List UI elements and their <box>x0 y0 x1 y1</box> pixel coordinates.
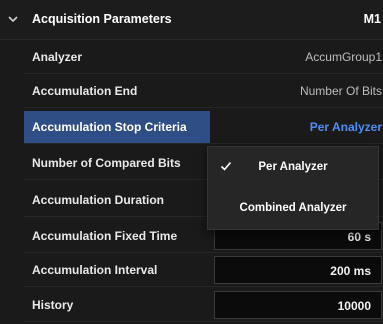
history-input[interactable]: 10000 <box>214 291 382 319</box>
row-accumulation-stop-criteria: Accumulation Stop Criteria Per Analyzer <box>24 110 383 144</box>
accumulation-interval-label: Accumulation Interval <box>32 263 158 277</box>
analyzer-dropdown[interactable]: AccumGroup1 <box>212 43 383 71</box>
history-label: History <box>32 298 74 312</box>
accumulation-interval-value: 200 ms <box>330 264 371 278</box>
section-title: Acquisition Parameters <box>32 12 172 26</box>
row-analyzer: Analyzer AccumGroup1 <box>24 40 383 74</box>
analyzer-value: AccumGroup1 <box>305 50 382 64</box>
accumulation-fixed-time-value: 60 s <box>347 230 371 244</box>
menu-option-label: Per Analyzer <box>258 161 328 173</box>
accumulation-stop-criteria-dropdown[interactable]: Per Analyzer <box>212 113 383 141</box>
number-of-compared-bits-label: Number of Compared Bits <box>32 156 181 170</box>
accumulation-stop-criteria-value: Per Analyzer <box>309 120 382 134</box>
accumulation-stop-criteria-label: Accumulation Stop Criteria <box>32 120 187 134</box>
accumulation-end-label: Accumulation End <box>32 84 138 98</box>
accumulation-interval-input[interactable]: 200 ms <box>214 256 382 284</box>
row-history: History 10000 <box>24 288 383 322</box>
section-tag: M1 <box>363 12 381 26</box>
menu-option-per-analyzer[interactable]: Per Analyzer <box>208 147 378 188</box>
accumulation-duration-label: Accumulation Duration <box>32 193 165 207</box>
chevron-down-icon[interactable] <box>6 12 20 26</box>
stop-criteria-dropdown-menu: Per Analyzer Combined Analyzer <box>207 146 379 230</box>
section-header[interactable]: Acquisition Parameters M1 <box>0 0 383 40</box>
accumulation-end-value: Number Of Bits <box>299 84 382 98</box>
row-accumulation-interval: Accumulation Interval 200 ms <box>24 253 383 287</box>
history-value: 10000 <box>337 299 371 313</box>
acquisition-parameters-panel: Acquisition Parameters M1 Analyzer Accum… <box>0 0 383 324</box>
menu-option-label: Combined Analyzer <box>239 202 347 214</box>
accumulation-end-dropdown[interactable]: Number Of Bits <box>212 77 383 105</box>
row-accumulation-end: Accumulation End Number Of Bits <box>24 74 383 108</box>
accumulation-fixed-time-label: Accumulation Fixed Time <box>32 229 178 243</box>
menu-option-combined-analyzer[interactable]: Combined Analyzer <box>208 188 378 229</box>
analyzer-label: Analyzer <box>32 50 83 64</box>
